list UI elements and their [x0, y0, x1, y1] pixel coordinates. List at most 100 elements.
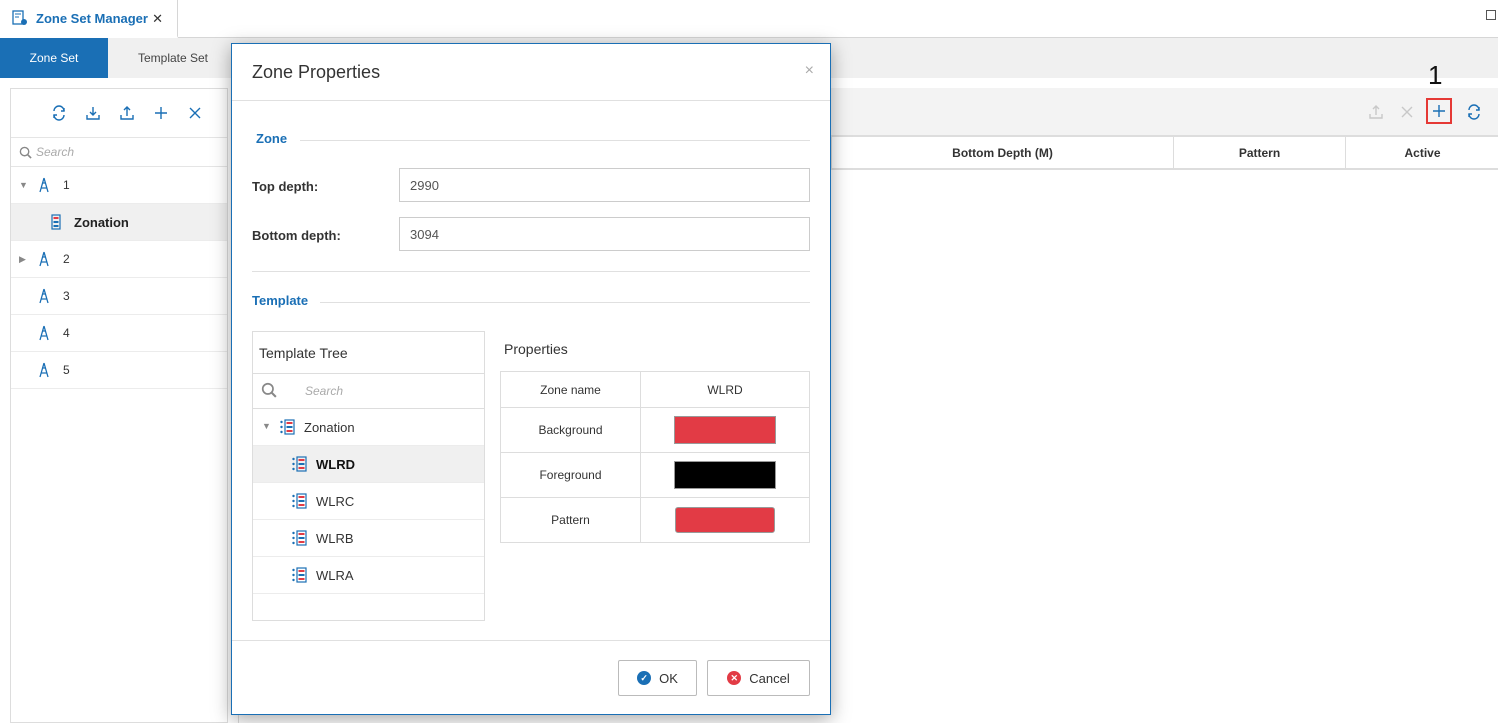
template-tree-item-wlrc[interactable]: WLRC [253, 483, 484, 520]
add-button[interactable] [151, 103, 171, 123]
zone-properties-dialog: Zone Properties × Zone Top depth: 2990 B… [231, 43, 831, 715]
restore-icon[interactable] [1486, 10, 1496, 20]
caret-right-icon[interactable]: ▶ [19, 254, 26, 265]
cancel-button[interactable]: ✕ Cancel [707, 660, 810, 696]
template-tree-item-zonation[interactable]: ▼ Zonation [253, 409, 484, 446]
top-depth-label: Top depth: [252, 179, 319, 194]
tree-item-well[interactable]: ▼ 1 [11, 167, 227, 204]
ok-label: OK [659, 670, 678, 686]
plus-icon [155, 107, 167, 119]
foreground-label: Foreground [500, 452, 641, 498]
column-active[interactable]: Active [1345, 137, 1498, 169]
refresh-icon [1468, 104, 1480, 120]
search-input[interactable]: Search [11, 137, 227, 167]
pattern-label: Pattern [500, 497, 641, 543]
add-zone-button[interactable] [1426, 98, 1452, 124]
tree-item-label: 1 [63, 178, 70, 192]
background-cell [640, 407, 810, 453]
column-pattern[interactable]: Pattern [1173, 137, 1345, 169]
close-icon[interactable]: × [805, 62, 814, 80]
tree-item-well[interactable]: 5 [11, 352, 227, 389]
caret-down-icon[interactable]: ▼ [19, 180, 28, 190]
tree-item-label: 3 [63, 289, 70, 303]
zone-set-panel: Search ▼ 1 Zonation ▶ 2 3 4 5 [10, 88, 228, 723]
pattern-cell [640, 497, 810, 543]
well-icon [39, 362, 49, 378]
foreground-color-swatch[interactable] [674, 461, 776, 489]
properties-table: Zone name WLRD Background Foreground Pat… [500, 371, 810, 543]
tab-zone-set-manager[interactable]: Zone Set Manager ✕ [0, 0, 178, 38]
upload-button[interactable] [1366, 102, 1386, 122]
background-color-swatch[interactable] [674, 416, 776, 444]
tree-item-label: Zonation [74, 214, 129, 230]
zone-section-title: Zone [256, 131, 288, 146]
search-placeholder: Search [305, 384, 344, 398]
dialog-header: Zone Properties × [232, 44, 830, 101]
tab-zone-set[interactable]: Zone Set [0, 38, 108, 78]
tab-template-set[interactable]: Template Set [108, 38, 238, 78]
divider [252, 271, 810, 272]
cancel-label: Cancel [749, 670, 790, 686]
search-icon [261, 382, 277, 398]
template-tree-item-wlrb[interactable]: WLRB [253, 520, 484, 557]
close-icon [189, 107, 201, 119]
tree-item-well[interactable]: ▶ 2 [11, 241, 227, 278]
close-icon [1401, 106, 1413, 118]
close-icon[interactable]: ✕ [152, 11, 163, 27]
tree-item-label: 4 [63, 326, 70, 340]
tree-item-label: WLRD [316, 457, 355, 472]
search-icon [19, 146, 32, 159]
zone-template-icon [292, 456, 307, 472]
tree-item-label: 5 [63, 363, 70, 377]
zonation-icon [51, 214, 61, 230]
background-label: Background [500, 407, 641, 453]
search-placeholder: Search [36, 145, 75, 159]
zone-template-icon [292, 530, 307, 546]
template-tree-item-wlrd[interactable]: WLRD [253, 446, 484, 483]
delete-button[interactable] [1397, 102, 1417, 122]
template-tree-title: Template Tree [253, 332, 484, 374]
refresh-button[interactable] [49, 103, 69, 123]
pattern-swatch[interactable] [675, 507, 775, 533]
well-icon [39, 288, 49, 304]
dialog-footer: ✓ OK ✕ Cancel [232, 640, 830, 714]
tree-item-well[interactable]: 4 [11, 315, 227, 352]
annotation-one: 1 [1428, 60, 1443, 90]
section-divider [300, 140, 810, 141]
refresh-button[interactable] [1464, 102, 1484, 122]
tree-item-zonation[interactable]: Zonation [11, 204, 227, 241]
upload-icon [1369, 105, 1383, 119]
tree-item-label: WLRC [316, 494, 355, 509]
zone-manager-icon [12, 10, 27, 25]
zone-name-label: Zone name [500, 371, 641, 408]
tree-item-well[interactable]: 3 [11, 278, 227, 315]
upload-icon [120, 106, 134, 120]
template-search-input[interactable]: Search [253, 374, 484, 409]
refresh-icon [53, 105, 65, 121]
caret-down-icon[interactable]: ▼ [262, 421, 271, 431]
cancel-icon: ✕ [727, 671, 742, 685]
download-button[interactable] [83, 103, 103, 123]
upload-button[interactable] [117, 103, 137, 123]
template-tree-item-wlra[interactable]: WLRA [253, 557, 484, 594]
foreground-cell [640, 452, 810, 498]
zone-template-icon [292, 493, 307, 509]
section-divider [320, 302, 810, 303]
dialog-title: Zone Properties [252, 61, 381, 82]
ok-button[interactable]: ✓ OK [618, 660, 697, 696]
top-depth-field[interactable]: 2990 [399, 168, 810, 202]
bottom-depth-field[interactable]: 3094 [399, 217, 810, 251]
delete-button[interactable] [185, 103, 205, 123]
column-bottom-depth[interactable]: Bottom Depth (M) [831, 137, 1173, 169]
tab-label: Zone Set Manager [36, 10, 148, 26]
tree-item-label: WLRA [316, 568, 354, 583]
bottom-depth-label: Bottom depth: [252, 228, 341, 243]
download-icon [86, 107, 100, 120]
check-icon: ✓ [637, 671, 652, 685]
tree-item-label: Zonation [304, 420, 355, 435]
zone-template-icon [292, 567, 307, 583]
zonation-icon [280, 419, 295, 435]
well-icon [39, 251, 49, 267]
properties-title: Properties [504, 341, 568, 357]
template-tree: Template Tree Search ▼ Zonation WLRD WLR… [252, 331, 485, 621]
